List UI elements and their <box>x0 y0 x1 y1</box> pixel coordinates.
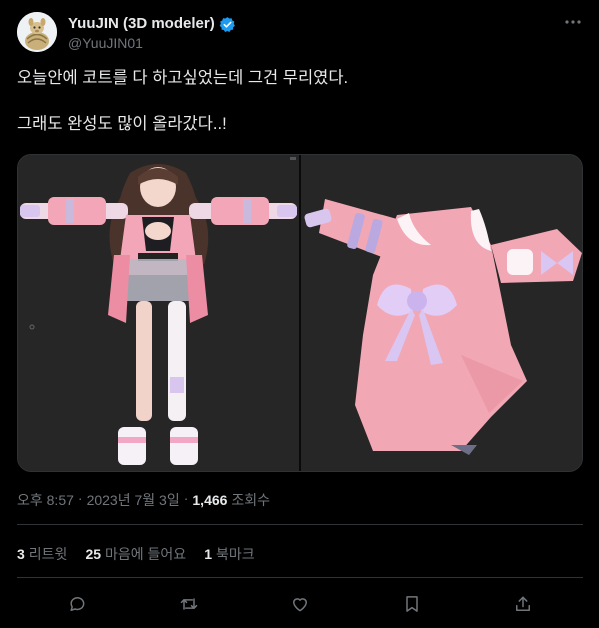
views: 1,466 조회수 <box>192 490 270 510</box>
coat-model-render <box>304 199 582 455</box>
media-image-coat[interactable] <box>301 155 582 471</box>
bookmarks-count: 1 <box>204 546 212 562</box>
character-model-render <box>20 157 297 465</box>
likes-stat[interactable]: 25 마음에 들어요 <box>85 544 186 564</box>
retweets-count: 3 <box>17 546 25 562</box>
bookmarks-label: 북마크 <box>215 546 255 562</box>
reply-button[interactable] <box>63 590 91 618</box>
heart-icon <box>293 598 307 612</box>
verified-badge-icon <box>219 16 235 32</box>
share-icon <box>516 596 530 611</box>
tweet-media[interactable] <box>17 154 583 472</box>
meta-dot: · <box>183 490 189 506</box>
more-dots-icon <box>565 20 581 24</box>
tweet-text-line-1: 오늘안에 코트를 다 하고싶었는데 그건 무리였다. <box>17 69 349 87</box>
avatar[interactable] <box>17 12 57 52</box>
retweet-button[interactable] <box>175 590 203 618</box>
tweet-text-line-2: 그래도 완성도 많이 올라갔다..! <box>17 115 227 133</box>
author-display-name[interactable]: YuuJIN (3D modeler) <box>68 15 215 33</box>
like-button[interactable] <box>286 590 314 618</box>
media-image-character[interactable] <box>18 155 299 471</box>
retweets-stat[interactable]: 3 리트윗 <box>17 544 67 564</box>
bookmark-icon <box>405 596 418 612</box>
bookmark-button[interactable] <box>398 590 426 618</box>
views-label: 조회수 <box>231 492 270 508</box>
tweet-stats: 3 리트윗 25 마음에 들어요 1 북마크 <box>17 544 255 564</box>
divider <box>17 524 583 525</box>
retweet-icon <box>180 598 197 610</box>
bookmarks-stat[interactable]: 1 북마크 <box>204 544 254 564</box>
share-button[interactable] <box>509 590 537 618</box>
tweet-text: 오늘안에 코트를 다 하고싶었는데 그건 무리였다. 그래도 완성도 많이 올라… <box>17 66 577 136</box>
action-bar <box>17 590 583 618</box>
tweet-detail: YuuJIN (3D modeler) @YuuJIN01 오늘안에 코트를 다… <box>0 0 599 628</box>
avatar-armadillo-icon <box>17 12 57 52</box>
views-count: 1,466 <box>192 492 228 508</box>
meta-dot: · <box>77 490 83 506</box>
retweets-label: 리트윗 <box>28 546 68 562</box>
divider <box>17 577 583 578</box>
author-handle[interactable]: @YuuJIN01 <box>68 34 236 52</box>
reply-icon <box>70 597 85 611</box>
tweet-time[interactable]: 오후 8:57 <box>17 490 74 510</box>
more-options-button[interactable] <box>563 12 583 32</box>
likes-count: 25 <box>85 546 102 562</box>
tweet-meta: 오후 8:57 · 2023년 7월 3일 · 1,466 조회수 <box>17 490 270 510</box>
tweet-date[interactable]: 2023년 7월 3일 <box>87 490 180 510</box>
tweet-header: YuuJIN (3D modeler) @YuuJIN01 <box>17 12 583 52</box>
likes-label: 마음에 들어요 <box>105 546 187 562</box>
